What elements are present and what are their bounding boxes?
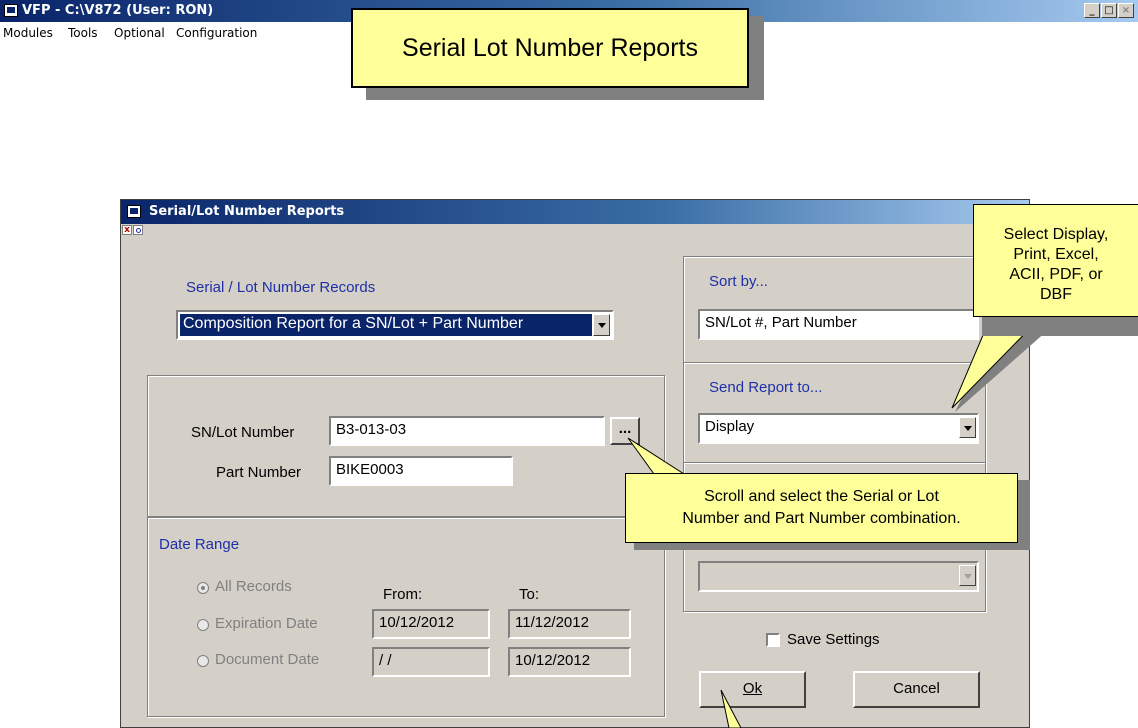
sn-lot-field[interactable]: B3-013-03 <box>329 416 605 446</box>
send-report-value: Display <box>705 418 755 435</box>
menu-optional[interactable]: Optional <box>114 26 165 40</box>
scroll-callout: Scroll and select the Serial or Lot Numb… <box>625 473 1018 543</box>
part-number-field[interactable]: BIKE0003 <box>329 456 513 486</box>
divider <box>684 462 985 464</box>
exp-from-field[interactable]: 10/12/2012 <box>372 609 490 639</box>
callout-line: Number and Part Number combination. <box>682 510 961 527</box>
close-button[interactable]: × <box>1118 3 1134 18</box>
save-settings-label: Save Settings <box>787 631 880 648</box>
callout-line: Scroll and select the Serial or Lot <box>704 488 939 505</box>
records-selected-value: Composition Report for a SN/Lot + Part N… <box>180 314 592 336</box>
document-date-label: Document Date <box>215 651 320 668</box>
app-icon[interactable] <box>4 4 18 17</box>
serial-lot-dialog: Serial/Lot Number Reports x Serial / Lot… <box>120 199 1030 728</box>
send-report-dropdown[interactable]: Display <box>698 413 979 444</box>
doc-from-field[interactable]: / / <box>372 647 490 677</box>
dialog-icon[interactable] <box>127 205 141 218</box>
expiration-date-radio[interactable] <box>197 619 209 631</box>
callout-line: ACII, PDF, or <box>1009 266 1103 283</box>
sort-by-label: Sort by... <box>709 273 768 290</box>
menu-configuration[interactable]: Configuration <box>176 26 257 40</box>
maximize-button[interactable]: □ <box>1101 3 1117 18</box>
document-date-radio[interactable] <box>197 655 209 667</box>
expiration-date-label: Expiration Date <box>215 615 318 632</box>
from-label: From: <box>383 586 423 603</box>
menu-modules[interactable]: Modules <box>3 26 53 40</box>
secondary-dropdown[interactable] <box>698 561 979 592</box>
date-range-label: Date Range <box>159 536 240 553</box>
app-title: VFP - C:\V872 (User: RON) <box>22 3 214 18</box>
records-dropdown[interactable]: Composition Report for a SN/Lot + Part N… <box>176 310 614 340</box>
cancel-button[interactable]: Cancel <box>853 671 980 708</box>
restore-icon[interactable] <box>133 225 143 235</box>
title-callout: Serial Lot Number Reports <box>351 8 749 88</box>
part-number-label: Part Number <box>216 464 302 481</box>
chevron-down-icon[interactable] <box>593 314 610 336</box>
menu-tools[interactable]: Tools <box>68 26 98 40</box>
sn-lot-label: SN/Lot Number <box>191 424 295 441</box>
sort-by-dropdown[interactable]: SN/Lot #, Part Number <box>698 309 979 340</box>
dialog-title-bar: Serial/Lot Number Reports <box>121 200 1029 224</box>
records-label: Serial / Lot Number Records <box>186 279 376 296</box>
save-settings-checkbox[interactable] <box>766 633 780 647</box>
chevron-down-icon[interactable] <box>959 565 976 586</box>
send-report-label: Send Report to... <box>709 379 823 396</box>
doc-to-field[interactable]: 10/12/2012 <box>508 647 631 677</box>
exp-to-field[interactable]: 11/12/2012 <box>508 609 631 639</box>
close-x-icon[interactable]: x <box>122 225 132 235</box>
to-label: To: <box>519 586 540 603</box>
ok-callout-pointer <box>720 689 742 728</box>
dialog-title: Serial/Lot Number Reports <box>149 204 345 219</box>
sn-part-group <box>147 375 665 517</box>
callout-line: DBF <box>1040 286 1072 303</box>
callout-line: Select Display, <box>1003 226 1109 243</box>
callout-line: Print, Excel, <box>1013 246 1099 263</box>
all-records-radio[interactable] <box>197 582 209 594</box>
all-records-label: All Records <box>215 578 292 595</box>
minimize-button[interactable]: _ <box>1084 3 1100 18</box>
output-callout: Select Display, Print, Excel, ACII, PDF,… <box>973 204 1138 317</box>
